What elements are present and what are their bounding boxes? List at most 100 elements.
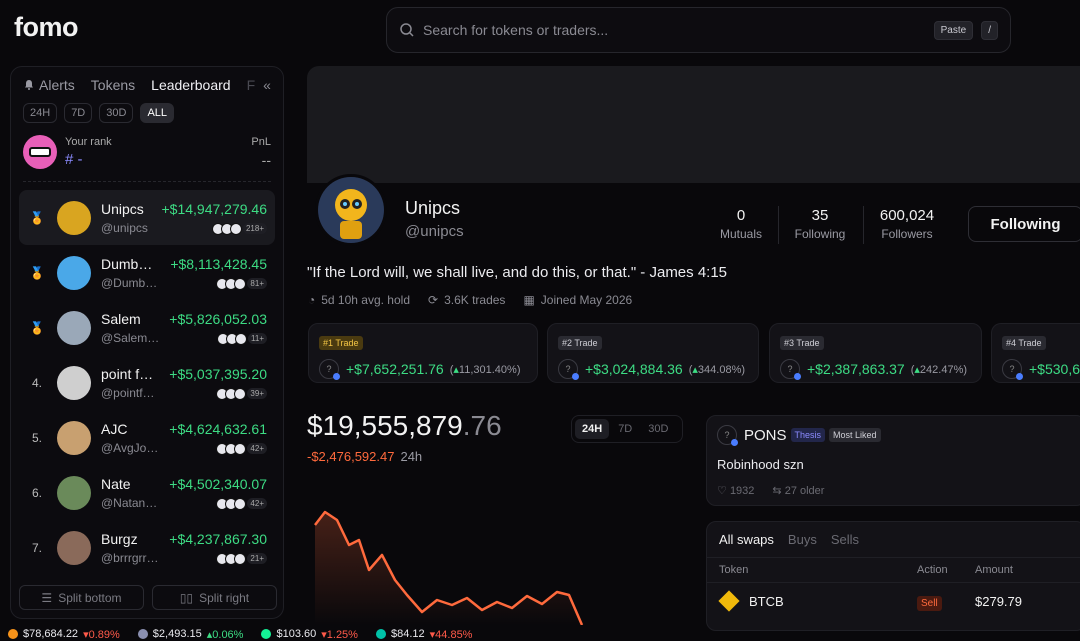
leaderboard-panel: Alerts Tokens Leaderboard F « 24H 7D 30D… bbox=[10, 66, 284, 619]
swap-amount: $279.79 bbox=[975, 593, 1022, 609]
stat-mutuals[interactable]: 0 Mutuals bbox=[716, 207, 766, 241]
ticker-item[interactable]: $78,684.22 ▾0.89% bbox=[8, 628, 120, 641]
trader-avatar bbox=[57, 530, 91, 565]
collapse-icon[interactable]: « bbox=[263, 77, 271, 93]
stat-following[interactable]: 35 Following bbox=[790, 207, 850, 241]
range-30d[interactable]: 30D bbox=[99, 103, 134, 123]
your-rank-label: Your rank bbox=[65, 136, 112, 148]
slash-shortcut: / bbox=[981, 20, 998, 40]
most-liked-badge: Most Liked bbox=[829, 428, 881, 442]
leaderboard-row[interactable]: 7. Burgz @brrrgrr… +$4,237,867.30 21+ bbox=[19, 520, 275, 575]
coin-icon bbox=[375, 629, 386, 639]
top-trade-card[interactable]: #1 Trade ? +$7,652,251.76 (▴11,301.40%) bbox=[308, 323, 538, 383]
following-button[interactable]: Following bbox=[968, 206, 1080, 242]
sidebar-tabs: Alerts Tokens Leaderboard F « bbox=[11, 67, 283, 103]
holders-stack: 42+ bbox=[169, 497, 267, 510]
tab-tokens[interactable]: Tokens bbox=[91, 77, 135, 93]
medal-icon: 🏅3 bbox=[29, 320, 45, 335]
split-bottom-button[interactable]: ☰ Split bottom bbox=[19, 585, 144, 610]
range-24h[interactable]: 24H bbox=[23, 103, 58, 123]
top-trade-card[interactable]: #4 Trade ? +$530,6 bbox=[991, 323, 1080, 383]
coin-icon bbox=[8, 629, 18, 639]
trade-rank-badge: #3 Trade bbox=[780, 336, 824, 350]
trade-amount: +$2,387,863.37 bbox=[807, 361, 905, 377]
trade-rank-badge: #1 Trade bbox=[319, 336, 363, 350]
meta-trades: ⟳ 3.6K trades bbox=[428, 293, 506, 307]
trader-avatar bbox=[57, 365, 91, 400]
range-all[interactable]: ALL bbox=[140, 103, 175, 123]
tab-more[interactable]: F bbox=[247, 77, 256, 93]
tab-sells[interactable]: Sells bbox=[831, 532, 859, 547]
ticker-item[interactable]: $103.60 ▾1.25% bbox=[261, 628, 358, 641]
trade-amount: +$7,652,251.76 bbox=[346, 361, 444, 377]
swaps-panel: All swaps Buys Sells Token Action Amount… bbox=[706, 521, 1080, 631]
tab-all-swaps[interactable]: All swaps bbox=[719, 532, 774, 547]
split-right-button[interactable]: ▯▯ Split right bbox=[152, 585, 277, 610]
thesis-post[interactable]: ? PONS Thesis Most Liked Robinhood szn ♡… bbox=[706, 415, 1080, 506]
header-amount: Amount bbox=[975, 564, 1013, 576]
search-input[interactable] bbox=[423, 22, 926, 38]
trade-rank-badge: #2 Trade bbox=[558, 336, 602, 350]
trader-avatar bbox=[57, 475, 91, 510]
leaderboard-row[interactable]: 5. AJC @AvgJo… +$4,624,632.61 42+ bbox=[19, 410, 275, 465]
trade-percent: (▴344.08%) bbox=[688, 363, 746, 376]
tab-alerts[interactable]: Alerts bbox=[23, 77, 75, 93]
balance: $19,555,879.76 bbox=[307, 410, 502, 441]
token-icon: ? bbox=[319, 359, 340, 380]
trade-percent: (▴242.47%) bbox=[910, 363, 968, 376]
holders-stack: 11+ bbox=[169, 332, 267, 345]
search-bar[interactable]: Paste / bbox=[386, 7, 1011, 53]
stat-divider bbox=[778, 206, 779, 244]
trader-handle: @pointf… bbox=[101, 385, 155, 400]
trade-rank-badge: #4 Trade bbox=[1002, 336, 1046, 350]
leaderboard-row[interactable]: 🏅1 Unipcs @unipcs +$14,947,279.46 218+ bbox=[19, 190, 275, 245]
token-icon: ? bbox=[780, 359, 801, 380]
split-bottom-icon: ☰ bbox=[41, 590, 53, 605]
medal-icon: 🏅2 bbox=[29, 265, 45, 280]
paste-button[interactable]: Paste bbox=[933, 20, 974, 40]
trader-name: point f… bbox=[101, 365, 154, 382]
chart-range-7d[interactable]: 7D bbox=[611, 419, 639, 439]
trader-pnl: +$8,113,428.45 bbox=[170, 255, 267, 272]
thesis-badge: Thesis bbox=[790, 428, 826, 442]
token-icon: ? bbox=[1002, 359, 1023, 380]
leaderboard-row[interactable]: 6. Nate @Natan… +$4,502,340.07 42+ bbox=[19, 465, 275, 520]
leaderboard-row[interactable]: 🏅2 Dumb… @Dumb… +$8,113,428.45 81+ bbox=[19, 245, 275, 300]
trader-pnl: +$4,237,867.30 bbox=[169, 530, 267, 547]
swap-row[interactable]: BTCB Sell $279.79 bbox=[707, 583, 1080, 619]
stat-followers[interactable]: 600,024 Followers bbox=[872, 207, 942, 241]
chart-range-24h[interactable]: 24H bbox=[575, 419, 610, 439]
top-trade-card[interactable]: #3 Trade ? +$2,387,863.37 (▴242.47%) bbox=[769, 323, 982, 383]
search-icon bbox=[400, 23, 414, 37]
pnl-label: PnL bbox=[251, 136, 271, 148]
token-icon: ? bbox=[717, 425, 738, 446]
ticker-item[interactable]: $84.12 ▾44.85% bbox=[375, 628, 472, 641]
rank-number: 7. bbox=[31, 540, 42, 555]
holders-stack: 81+ bbox=[170, 277, 267, 290]
older-button[interactable]: ⇆ 27 older bbox=[772, 484, 824, 497]
trade-percent: (▴11,301.40%) bbox=[449, 363, 521, 376]
tab-buys[interactable]: Buys bbox=[788, 532, 817, 547]
trader-name: Salem bbox=[101, 310, 141, 327]
leaderboard-row[interactable]: 🏅3 Salem @Salem… +$5,826,052.03 11+ bbox=[19, 300, 275, 355]
trader-pnl: +$5,826,052.03 bbox=[169, 310, 267, 327]
like-button[interactable]: ♡ 1932 bbox=[717, 484, 754, 497]
trade-amount: +$3,024,884.36 bbox=[585, 361, 683, 377]
chart-range-30d[interactable]: 30D bbox=[641, 419, 675, 439]
post-text: Robinhood szn bbox=[717, 457, 804, 472]
price-ticker: $78,684.22 ▾0.89% $2,493.15 ▴0.06% $103.60 ▾1… bbox=[0, 627, 1080, 641]
top-trade-card[interactable]: #2 Trade ? +$3,024,884.36 (▴344.08%) bbox=[547, 323, 759, 383]
fomo-logo[interactable]: fomo bbox=[14, 12, 78, 43]
holders-stack: 21+ bbox=[169, 552, 267, 565]
trader-avatar bbox=[57, 310, 91, 345]
holders-stack: 218+ bbox=[162, 222, 267, 235]
trader-avatar bbox=[57, 200, 91, 235]
ticker-item[interactable]: $2,493.15 ▴0.06% bbox=[137, 628, 243, 641]
tab-leaderboard[interactable]: Leaderboard bbox=[151, 77, 230, 93]
leaderboard-row[interactable]: 4. point f… @pointf… +$5,037,395.20 39+ bbox=[19, 355, 275, 410]
clock-icon: ◔ bbox=[308, 293, 316, 307]
trader-handle: @Natan… bbox=[101, 495, 158, 510]
range-7d[interactable]: 7D bbox=[64, 103, 93, 123]
profile-name: Unipcs bbox=[405, 198, 461, 218]
coin-icon bbox=[137, 629, 148, 639]
